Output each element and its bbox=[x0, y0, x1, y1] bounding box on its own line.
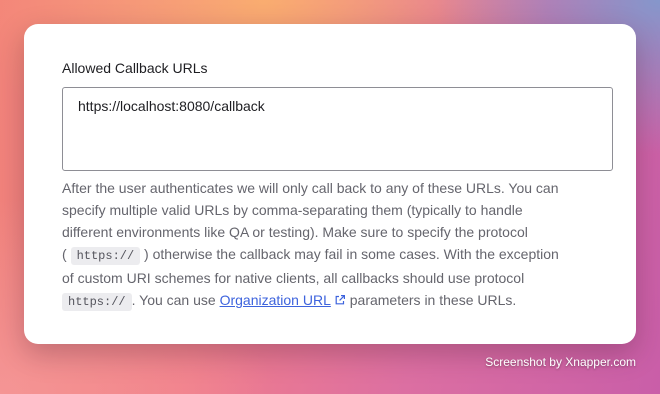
organization-url-link[interactable]: Organization URL bbox=[220, 292, 331, 308]
help-line: specify multiple valid URLs by comma-sep… bbox=[62, 202, 523, 218]
protocol-code: https:// bbox=[62, 293, 132, 311]
allowed-callback-urls-label: Allowed Callback URLs bbox=[62, 60, 208, 76]
help-text: . You can use bbox=[131, 292, 220, 308]
help-line: https://. You can use Organization URL p… bbox=[62, 289, 602, 313]
allowed-callback-urls-input[interactable]: https://localhost:8080/callback bbox=[62, 87, 613, 171]
help-line: ( https:// ) otherwise the callback may … bbox=[62, 243, 602, 267]
callback-urls-help-text: After the user authenticates we will onl… bbox=[62, 177, 602, 313]
organization-url-link-label: Organization URL bbox=[219, 292, 331, 308]
callback-urls-card: Allowed Callback URLs https://localhost:… bbox=[24, 24, 636, 344]
help-line: After the user authenticates we will onl… bbox=[62, 180, 559, 196]
help-line: of custom URI schemes for native clients… bbox=[62, 270, 525, 286]
protocol-code: https:// bbox=[70, 247, 141, 265]
help-text: ( bbox=[62, 246, 71, 262]
external-link-icon[interactable] bbox=[334, 290, 346, 312]
xnapper-watermark: Screenshot by Xnapper.com bbox=[485, 355, 636, 369]
help-text: parameters in these URLs. bbox=[345, 292, 517, 308]
help-line: different environments like QA or testin… bbox=[62, 224, 528, 240]
help-text: ) otherwise the callback may fail in som… bbox=[140, 246, 559, 262]
